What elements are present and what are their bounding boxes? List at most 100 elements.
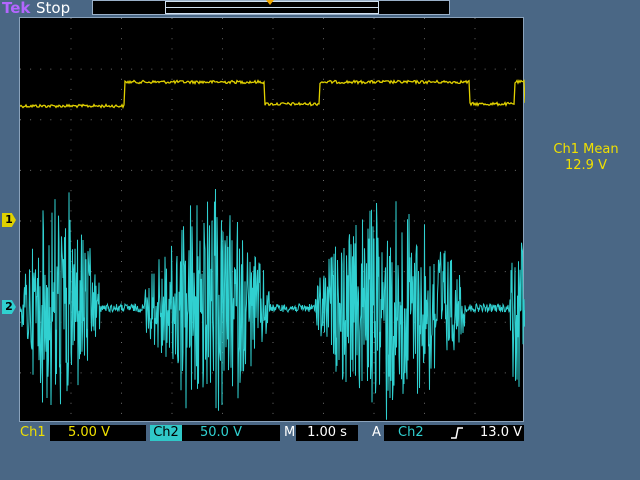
graticule-dot bbox=[50, 119, 52, 121]
graticule-dot bbox=[171, 99, 173, 100]
graticule-dot bbox=[424, 392, 425, 394]
graticule-dot bbox=[171, 200, 173, 202]
graticule-dot bbox=[323, 119, 324, 121]
graticule-dot bbox=[222, 159, 223, 161]
graticule-dot bbox=[70, 200, 72, 202]
graticule-dot bbox=[454, 220, 456, 222]
graticule-dot bbox=[474, 58, 476, 60]
graticule-dot bbox=[373, 119, 375, 121]
graticule-dot bbox=[30, 271, 32, 273]
graticule-dot bbox=[413, 372, 415, 374]
graticule-dot bbox=[70, 88, 72, 90]
graticule-dot bbox=[424, 362, 425, 364]
graticule-dot bbox=[201, 119, 203, 121]
graticule-dot bbox=[292, 271, 294, 273]
graticule-dot bbox=[413, 220, 415, 222]
graticule-dot bbox=[121, 261, 122, 262]
graticule-dot bbox=[454, 119, 456, 121]
graticule-dot bbox=[100, 68, 102, 70]
graticule-dot bbox=[514, 169, 516, 171]
graticule-dot bbox=[373, 392, 375, 394]
graticule-dot bbox=[60, 68, 62, 70]
graticule-dot bbox=[50, 271, 52, 273]
graticule-dot bbox=[131, 68, 133, 70]
graticule-dot bbox=[272, 271, 274, 273]
graticule-dot bbox=[474, 382, 476, 384]
graticule-dot bbox=[474, 372, 476, 374]
graticule-dot bbox=[292, 169, 294, 171]
graticule-dot bbox=[464, 271, 466, 273]
graticule-dot bbox=[171, 220, 173, 222]
graticule-dot bbox=[110, 68, 112, 70]
graticule-dot bbox=[373, 78, 375, 80]
graticule-dot bbox=[424, 149, 425, 151]
graticule-dot bbox=[373, 129, 375, 131]
ch2-waveform bbox=[20, 188, 525, 420]
graticule-dot bbox=[161, 372, 163, 374]
graticule-dot bbox=[424, 68, 425, 70]
graticule-dot bbox=[272, 412, 274, 414]
graticule-dot bbox=[272, 38, 274, 40]
timebase-scale: 1.00 s bbox=[296, 425, 358, 441]
graticule-dot bbox=[272, 220, 274, 222]
graticule-dot bbox=[474, 362, 476, 364]
graticule-dot bbox=[191, 68, 193, 70]
graticule-dot bbox=[272, 392, 274, 394]
graticule-dot bbox=[424, 129, 425, 131]
graticule-dot bbox=[494, 271, 496, 273]
ch1-volts-per-div: 5.00 V bbox=[50, 425, 146, 441]
ch2-volts-per-div: 50.0 V bbox=[182, 425, 280, 441]
graticule-dot bbox=[121, 119, 122, 121]
graticule-dot bbox=[272, 169, 274, 171]
graticule-dot bbox=[40, 220, 42, 222]
graticule-dot bbox=[121, 240, 122, 242]
graticule-dot bbox=[121, 281, 122, 283]
graticule-dot bbox=[171, 109, 173, 111]
graticule-dot bbox=[474, 230, 476, 232]
ch2-ground-marker[interactable]: 2 bbox=[2, 300, 16, 314]
graticule-dot bbox=[353, 169, 355, 171]
graticule-dot bbox=[70, 372, 72, 374]
graticule-dot bbox=[252, 119, 254, 121]
graticule-dot bbox=[474, 149, 476, 151]
graticule-dot bbox=[373, 149, 375, 151]
graticule-dot bbox=[222, 48, 223, 50]
graticule-dot bbox=[504, 271, 506, 273]
graticule-dot bbox=[292, 321, 294, 323]
graticule-dot bbox=[151, 119, 153, 121]
graticule-dot bbox=[424, 18, 425, 19]
graticule-dot bbox=[484, 68, 486, 70]
graticule-dot bbox=[363, 220, 365, 222]
graticule-dot bbox=[323, 88, 324, 90]
graticule-dot bbox=[343, 169, 345, 171]
graticule-dot bbox=[211, 119, 213, 121]
graticule-dot bbox=[302, 220, 304, 222]
graticule-dot bbox=[50, 68, 52, 70]
graticule-dot bbox=[373, 159, 375, 161]
graticule-dot bbox=[454, 169, 456, 171]
graticule-dot bbox=[484, 321, 486, 323]
graticule-dot bbox=[242, 372, 244, 374]
graticule-dot bbox=[141, 271, 143, 273]
ch1-ground-marker[interactable]: 1 bbox=[2, 213, 16, 227]
graticule-dot bbox=[70, 38, 72, 40]
graticule-dot bbox=[272, 129, 274, 131]
graticule-dot bbox=[474, 301, 476, 303]
graticule-dot bbox=[90, 169, 92, 171]
graticule-dot bbox=[20, 169, 21, 171]
graticule-dot bbox=[302, 169, 304, 171]
graticule-dot bbox=[141, 372, 143, 374]
graticule-dot bbox=[60, 220, 62, 222]
graticule-dot bbox=[403, 169, 405, 171]
graticule-dot bbox=[474, 180, 476, 181]
graticule-dot bbox=[353, 119, 355, 121]
graticule-dot bbox=[373, 412, 375, 414]
graticule-dot bbox=[110, 220, 112, 222]
graticule-dot bbox=[262, 220, 264, 222]
graticule-dot bbox=[343, 119, 345, 121]
graticule-dot bbox=[222, 119, 223, 121]
graticule-dot bbox=[70, 210, 72, 212]
trigger-label: A bbox=[372, 425, 381, 440]
graticule-dot bbox=[131, 271, 133, 273]
graticule-dot bbox=[474, 412, 476, 414]
